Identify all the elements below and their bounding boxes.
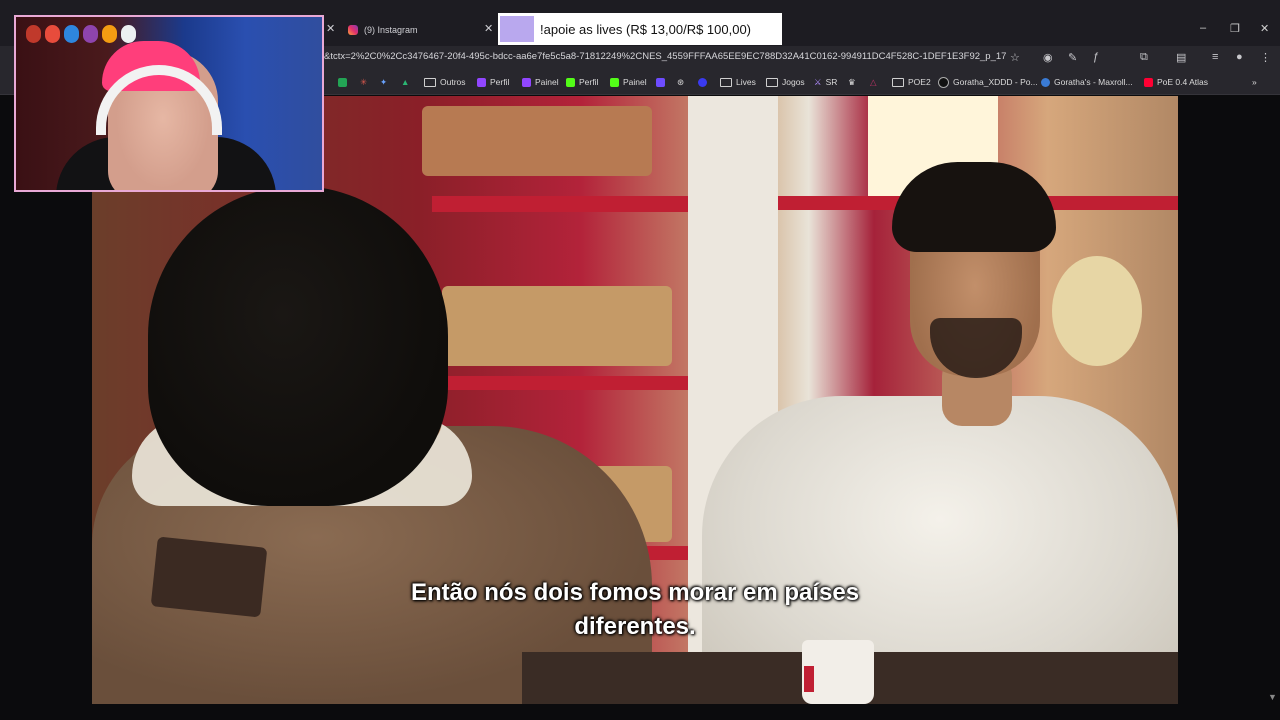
instagram-icon <box>348 25 358 35</box>
folder-icon <box>720 77 732 87</box>
bookmark-label: Perfil <box>579 77 599 87</box>
chatgpt-icon: ⊛ <box>677 76 685 87</box>
streamer-webcam <box>14 15 324 192</box>
bookmark-label: PoE 0.4 Atlas <box>1157 77 1209 87</box>
lamp <box>1052 256 1142 366</box>
app-icon <box>656 77 665 87</box>
address-bar[interactable]: &tctx=2%2C0%2Cc3476467-20f4-495c-bdcc-aa… <box>324 51 1006 65</box>
bookmark-twitch-painel[interactable]: Painel <box>522 76 559 88</box>
gemini-bookmark[interactable]: ✦ <box>380 76 387 88</box>
bookmark-label: SR <box>825 77 838 87</box>
bookmark-label: Lives <box>736 77 756 87</box>
bookmark-poe-atlas[interactable]: PoE 0.4 Atlas <box>1144 76 1208 88</box>
bookmark-poe2[interactable]: POE2 <box>892 76 931 88</box>
gemini-icon: ✦ <box>380 76 388 87</box>
subtitle-line-2: diferentes. <box>574 613 696 640</box>
bookmark-label: Painel <box>535 77 559 87</box>
close-tab-icon[interactable]: ✕ <box>326 22 335 35</box>
poe-icon <box>938 76 949 88</box>
close-tab-icon[interactable]: ✕ <box>484 22 493 35</box>
bookmark-label: Goratha's - Maxroll... <box>1054 77 1133 87</box>
restore-icon[interactable]: ❐ <box>1230 22 1240 35</box>
bookmark-triangle[interactable]: △ <box>870 76 877 88</box>
drive-icon: ▲ <box>401 77 410 87</box>
shelf-items <box>442 286 672 366</box>
bookmark-label: Jogos <box>782 77 805 87</box>
pen-icon[interactable]: ✎ <box>1068 51 1077 64</box>
profile-avatar[interactable]: ● <box>1236 51 1243 63</box>
bookmark-label: Outros <box>440 77 466 87</box>
bookmark-jogos[interactable]: Jogos <box>766 76 805 88</box>
mug-logo <box>804 666 814 692</box>
bookmark-maxroll[interactable]: Goratha's - Maxroll... <box>1041 76 1133 88</box>
bookmark-sr[interactable]: ⚔ SR <box>814 76 837 88</box>
minimize-icon[interactable]: – <box>1200 22 1206 34</box>
sheets-icon <box>338 77 347 87</box>
bookmark-label: POE2 <box>908 77 931 87</box>
shelf <box>432 376 688 390</box>
triangle-icon: △ <box>870 76 877 87</box>
twitch-icon <box>477 77 486 87</box>
goal-progress-swatch <box>500 16 534 42</box>
close-window-icon[interactable]: ✕ <box>1260 22 1269 35</box>
bookmark-star-icon[interactable]: ☆ <box>1010 51 1020 64</box>
camera-icon[interactable]: ◉ <box>1043 51 1053 64</box>
bookmark-kick-perfil[interactable]: Perfil <box>566 76 598 88</box>
hair <box>892 162 1056 252</box>
asterisk-icon: ✳ <box>360 76 368 87</box>
drive-bookmark[interactable]: ▲ <box>401 76 409 88</box>
menu-kebab-icon[interactable]: ⋮ <box>1260 51 1271 64</box>
tab-label: (9) Instagram <box>364 25 418 35</box>
bookmark-lives[interactable]: Lives <box>720 76 756 88</box>
video-subtitle: Então nós dois fomos morar em países dif… <box>92 576 1178 644</box>
bookmark-label: Painel <box>623 77 647 87</box>
donation-goal-banner: !apoie as lives (R$ 13,00/R$ 100,00) <box>498 13 782 45</box>
kick-icon <box>610 77 619 87</box>
twitch-icon <box>522 77 531 87</box>
sr-icon: ⚔ <box>814 76 822 87</box>
shelf-items <box>422 106 652 176</box>
bookmark-goratha-poe[interactable]: Goratha_XDDD - Po... <box>938 76 1038 88</box>
bookmarks-overflow-icon[interactable]: » <box>1252 76 1257 88</box>
subtitle-line-1: Então nós dois fomos morar em países <box>410 579 860 606</box>
shelf <box>432 196 688 212</box>
sheets-bookmark[interactable] <box>338 76 347 88</box>
bookmark-chatgpt[interactable]: ⊛ <box>677 76 684 88</box>
donation-goal-text: !apoie as lives (R$ 13,00/R$ 100,00) <box>540 21 752 37</box>
bookmark-streamelements[interactable] <box>698 76 707 88</box>
youtube-icon <box>1144 77 1153 87</box>
man-back-of-head <box>148 186 448 506</box>
media-control-icon[interactable]: ≡ <box>1212 51 1218 63</box>
bookmark-mask[interactable]: ♛ <box>848 76 856 88</box>
bookmark-icon-star[interactable]: ✳ <box>360 76 367 88</box>
kick-icon <box>566 77 575 87</box>
bookmark-outros[interactable]: Outros <box>424 76 466 88</box>
folder-icon <box>892 77 904 87</box>
bookmark-label: Perfil <box>490 77 510 87</box>
mask-icon: ♛ <box>848 76 856 87</box>
scroll-down-icon[interactable]: ▼ <box>1268 692 1277 702</box>
bookmark-label: Goratha_XDDD - Po... <box>953 77 1038 87</box>
bookmark-kick-painel[interactable]: Painel <box>610 76 647 88</box>
streamelements-icon <box>698 77 707 87</box>
maxroll-icon <box>1041 77 1050 87</box>
bookmark-purple[interactable] <box>656 76 665 88</box>
extensions-icon[interactable]: ⧉ <box>1140 51 1148 64</box>
reading-list-icon[interactable]: ▤ <box>1176 51 1186 64</box>
folder-icon <box>766 77 778 87</box>
folder-icon <box>424 77 436 87</box>
bookmark-twitch-perfil[interactable]: Perfil <box>477 76 509 88</box>
extension-f-icon[interactable]: ƒ <box>1093 51 1099 63</box>
